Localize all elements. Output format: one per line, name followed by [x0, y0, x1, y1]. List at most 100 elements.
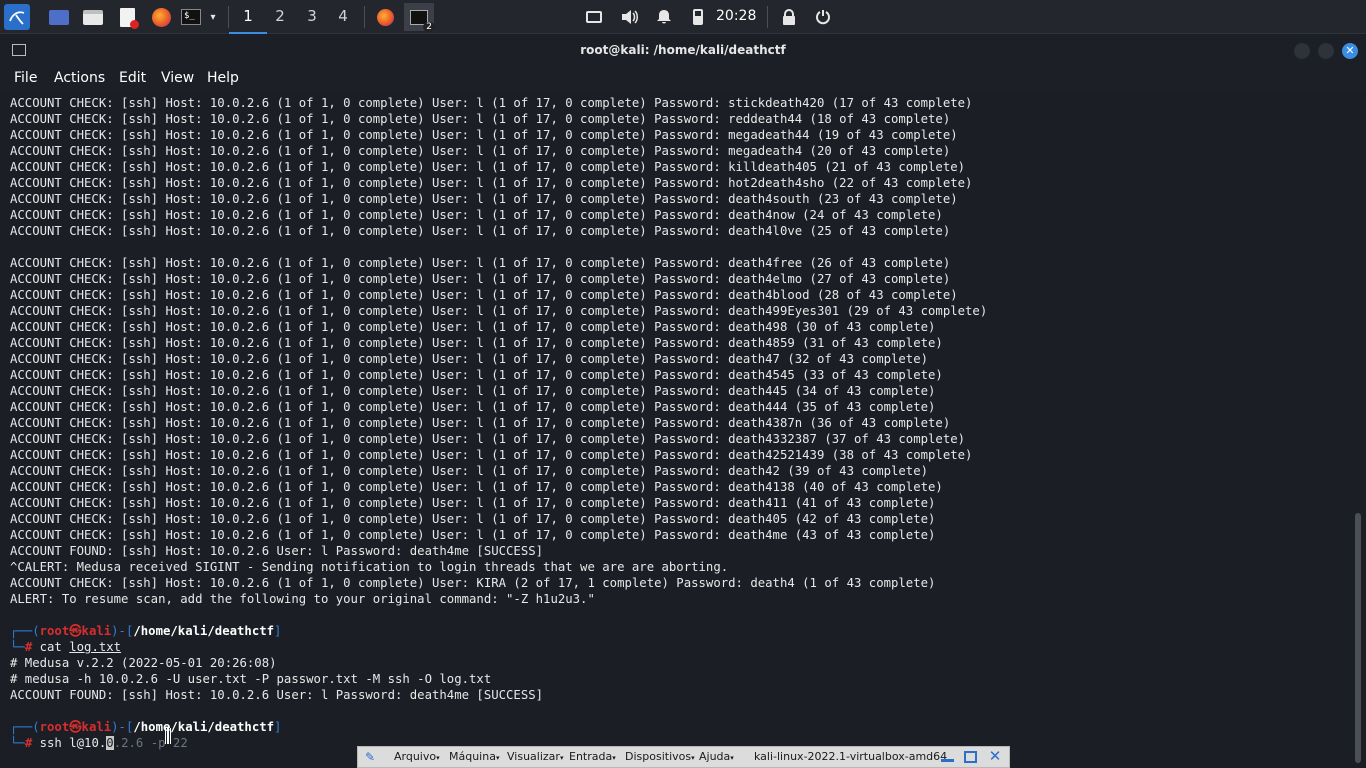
output-line: ACCOUNT CHECK: [ssh] Host: 10.0.2.6 (1 o…: [10, 144, 951, 158]
clock[interactable]: 20:28: [716, 8, 756, 24]
prompt-line: ┌──(root㉿kali)-[/home/kali/deathctf]: [10, 623, 281, 639]
vbox-menu-entrada[interactable]: Entrada▾: [569, 750, 616, 763]
volume-icon[interactable]: [619, 6, 641, 28]
firefox-icon[interactable]: [150, 6, 172, 28]
output-line: ACCOUNT CHECK: [ssh] Host: 10.0.2.6 (1 o…: [10, 416, 951, 430]
window-title: root@kali: /home/kali/deathctf: [580, 43, 786, 57]
menu-help[interactable]: Help: [207, 70, 239, 86]
output-line: ACCOUNT CHECK: [ssh] Host: 10.0.2.6 (1 o…: [10, 272, 951, 286]
close-icon[interactable]: ✕: [987, 748, 1003, 764]
display-icon[interactable]: [583, 6, 605, 28]
window-titlebar: root@kali: /home/kali/deathctf: [0, 35, 1366, 67]
minimize-button[interactable]: [1294, 43, 1310, 59]
vbox-menu-maquina[interactable]: Máquina▾: [449, 750, 499, 763]
bell-icon[interactable]: [653, 6, 675, 28]
prompt-bracket: ]: [274, 720, 282, 734]
autosuggestion: .2.6 -p 22: [113, 736, 188, 750]
dropdown-arrow-icon: ▾: [612, 754, 616, 762]
panel-separator: [364, 6, 365, 28]
prompt-path: /home/kali/deathctf: [133, 720, 275, 734]
desktop-icon[interactable]: [48, 6, 70, 28]
log-line: # medusa -h 10.0.2.6 -U user.txt -P pass…: [10, 672, 492, 686]
output-line: ACCOUNT CHECK: [ssh] Host: 10.0.2.6 (1 o…: [10, 288, 958, 302]
output-line: ACCOUNT CHECK: [ssh] Host: 10.0.2.6 (1 o…: [10, 368, 943, 382]
battery-icon[interactable]: [687, 6, 709, 28]
output-line: ACCOUNT CHECK: [ssh] Host: 10.0.2.6 (1 o…: [10, 480, 943, 494]
dropdown-arrow-icon: ▾: [495, 754, 500, 762]
workspace-2[interactable]: 2: [267, 7, 293, 27]
output-line: ACCOUNT CHECK: [ssh] Host: 10.0.2.6 (1 o…: [10, 528, 936, 542]
dropdown-arrow-icon: ▾: [559, 754, 564, 762]
terminal-scrollbar[interactable]: [1352, 93, 1366, 768]
prompt-hash: #: [24, 736, 40, 750]
output-line: ACCOUNT CHECK: [ssh] Host: 10.0.2.6 (1 o…: [10, 320, 936, 334]
prompt-arrow: └─: [10, 736, 25, 750]
log-line: # Medusa v.2.2 (2022-05-01 20:26:08): [10, 656, 277, 670]
command-input-line[interactable]: └─# ssh l@10.0.2.6 -p 22: [10, 735, 188, 751]
output-line: ACCOUNT CHECK: [ssh] Host: 10.0.2.6 (1 o…: [10, 304, 988, 318]
text-cursor-icon: [165, 728, 171, 744]
restore-icon[interactable]: [964, 751, 977, 763]
dropdown-arrow-icon: ▾: [436, 754, 440, 762]
panel-separator: [767, 6, 768, 28]
terminal-output[interactable]: ACCOUNT CHECK: [ssh] Host: 10.0.2.6 (1 o…: [0, 93, 1352, 768]
close-icon: ✕: [1345, 44, 1355, 57]
output-line: ACCOUNT CHECK: [ssh] Host: 10.0.2.6 (1 o…: [10, 208, 943, 222]
pin-icon[interactable]: ✎: [365, 750, 379, 764]
vbox-menu-arquivo[interactable]: Arquivo▾: [394, 750, 440, 763]
vbox-menu-visualizar[interactable]: Visualizar▾: [507, 750, 563, 763]
workspace-3[interactable]: 3: [299, 7, 325, 27]
menubar: File Actions Edit View Help: [0, 67, 1366, 91]
terminal-task-icon[interactable]: 2: [404, 3, 435, 32]
close-button[interactable]: ✕: [1342, 43, 1358, 59]
dropdown-arrow-icon: ▾: [691, 754, 695, 762]
prompt-path: /home/kali/deathctf: [133, 624, 275, 638]
task-count-badge: 2: [423, 21, 435, 32]
power-icon[interactable]: [812, 6, 834, 28]
output-line: ACCOUNT CHECK: [ssh] Host: 10.0.2.6 (1 o…: [10, 256, 951, 270]
dropdown-arrow-icon: ▾: [730, 754, 734, 762]
lock-icon[interactable]: [778, 6, 800, 28]
vbox-menu-ajuda[interactable]: Ajuda▾: [699, 750, 734, 763]
vm-name: kali-linux-2022.1-virtualbox-amd64: [754, 750, 948, 763]
output-line: ACCOUNT CHECK: [ssh] Host: 10.0.2.6 (1 o…: [10, 160, 966, 174]
output-line: ACCOUNT CHECK: [ssh] Host: 10.0.2.6 (1 o…: [10, 464, 929, 478]
output-line: ACCOUNT CHECK: [ssh] Host: 10.0.2.6 (1 o…: [10, 96, 973, 110]
output-line: ACCOUNT CHECK: [ssh] Host: 10.0.2.6 (1 o…: [10, 352, 929, 366]
terminal-icon[interactable]: $_: [180, 6, 202, 28]
prompt-bracket: )-[: [111, 720, 134, 734]
output-line: ACCOUNT CHECK: [ssh] Host: 10.0.2.6 (1 o…: [10, 176, 973, 190]
menu-file[interactable]: File: [14, 70, 37, 86]
menu-view[interactable]: View: [161, 70, 194, 86]
output-line: ACCOUNT CHECK: [ssh] Host: 10.0.2.6 (1 o…: [10, 336, 943, 350]
command-line: └─# cat log.txt: [10, 639, 121, 655]
output-line: ACCOUNT CHECK: [ssh] Host: 10.0.2.6 (1 o…: [10, 400, 936, 414]
output-line: ACCOUNT CHECK: [ssh] Host: 10.0.2.6 (1 o…: [10, 224, 951, 238]
maximize-button[interactable]: [1318, 43, 1334, 59]
menu-actions[interactable]: Actions: [54, 70, 105, 86]
panel-separator: [228, 6, 229, 28]
output-line: ACCOUNT CHECK: [ssh] Host: 10.0.2.6 (1 o…: [10, 496, 936, 510]
workspace-1[interactable]: 1: [229, 7, 267, 34]
menu-edit[interactable]: Edit: [119, 70, 146, 86]
log-line: ACCOUNT FOUND: [ssh] Host: 10.0.2.6 User…: [10, 688, 544, 702]
scrollbar-thumb[interactable]: [1355, 513, 1361, 763]
prompt-bracket: ┌──(: [10, 624, 40, 638]
workspace-4[interactable]: 4: [330, 7, 356, 27]
output-line: ACCOUNT CHECK: [ssh] Host: 10.0.2.6 (1 o…: [10, 384, 936, 398]
kali-menu-icon[interactable]: [4, 4, 30, 30]
prompt-bracket: ┌──(: [10, 720, 40, 734]
vbox-menu-dispositivos[interactable]: Dispositivos▾: [625, 750, 695, 763]
minimize-icon[interactable]: [941, 759, 954, 762]
output-line: ^CALERT: Medusa received SIGINT - Sendin…: [10, 560, 729, 574]
chevron-down-icon[interactable]: ▾: [204, 6, 222, 28]
output-line: ACCOUNT CHECK: [ssh] Host: 10.0.2.6 (1 o…: [10, 512, 936, 526]
command-typed: l@10.: [69, 736, 107, 750]
output-line: ALERT: To resume scan, add the following…: [10, 592, 595, 606]
output-line: ACCOUNT CHECK: [ssh] Host: 10.0.2.6 (1 o…: [10, 128, 958, 142]
firefox-task-icon[interactable]: [374, 6, 396, 28]
text-editor-icon[interactable]: [116, 6, 139, 29]
file-manager-icon[interactable]: [82, 6, 104, 28]
text-cursor: 0: [106, 736, 114, 750]
prompt-bracket: ]: [274, 624, 282, 638]
